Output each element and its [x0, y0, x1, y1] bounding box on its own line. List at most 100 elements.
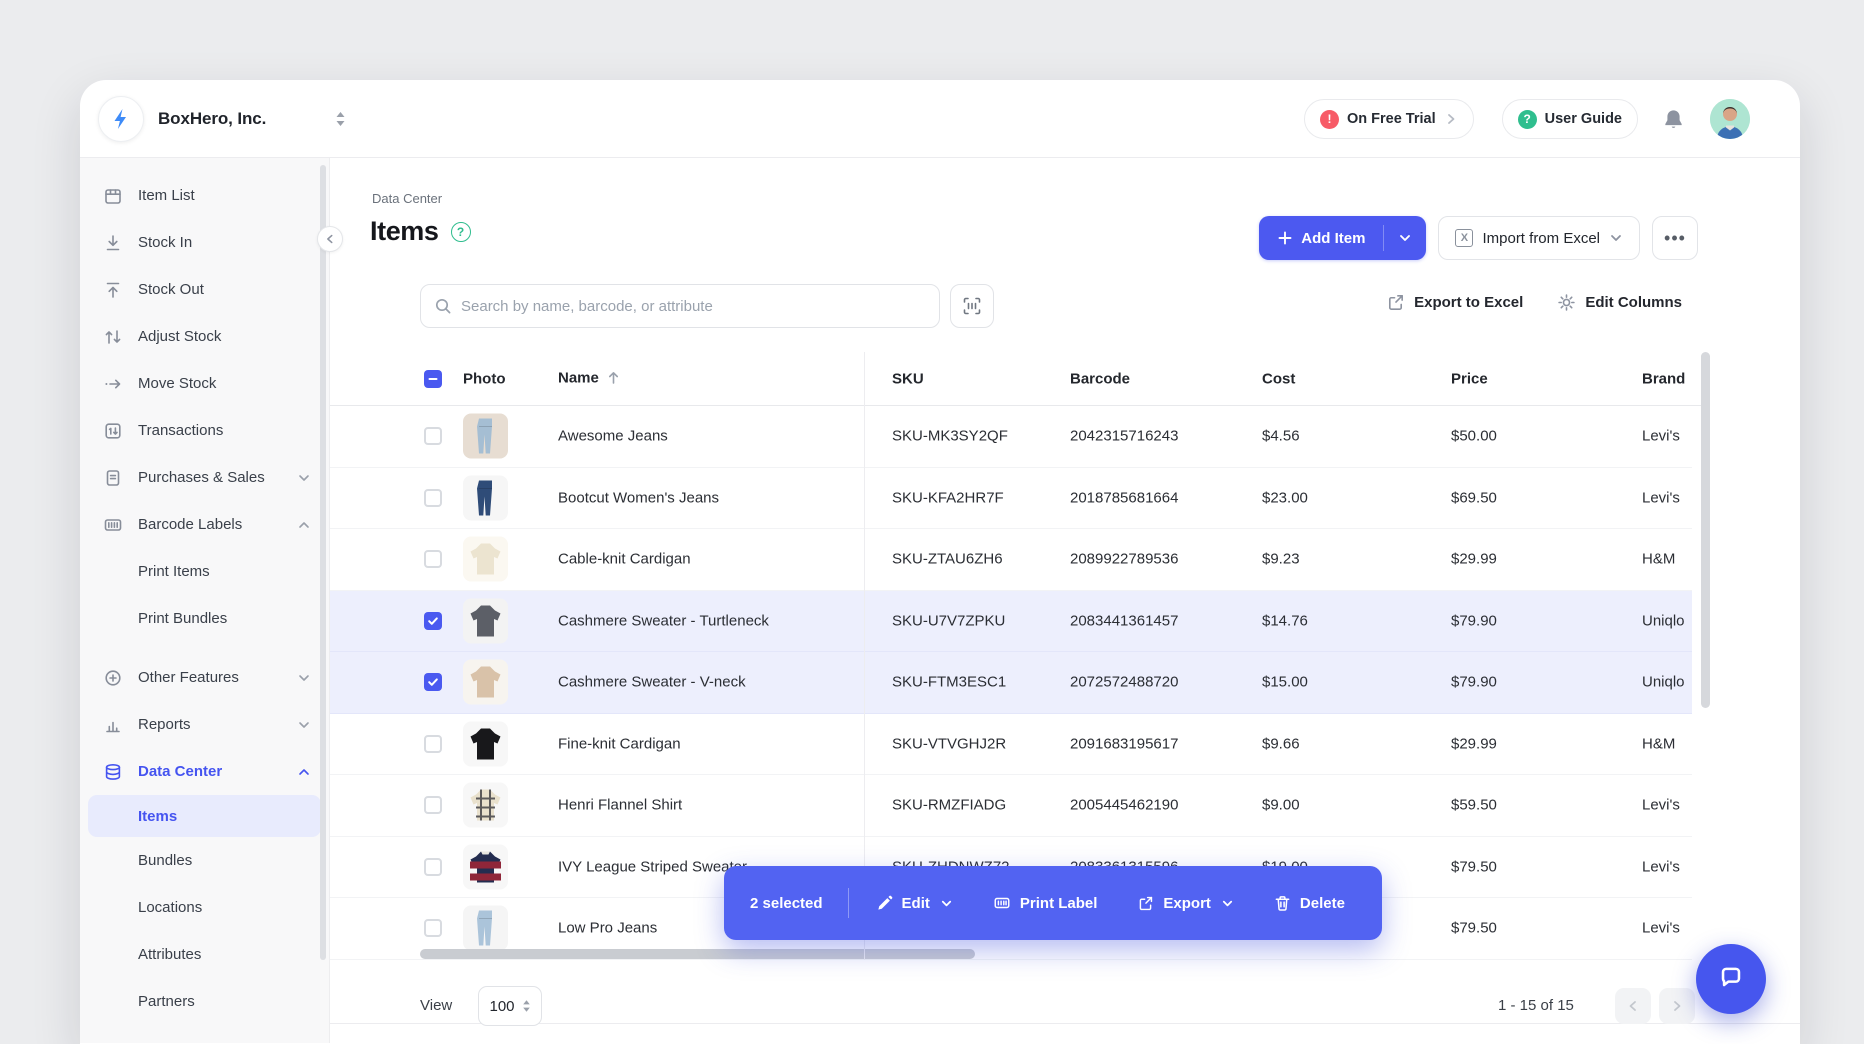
row-checkbox[interactable]: [424, 858, 442, 876]
sidebar-item-print-bundles[interactable]: Print Bundles: [80, 595, 329, 642]
sidebar-scrollbar[interactable]: [320, 165, 326, 960]
sidebar-item-stock-out[interactable]: Stock Out: [80, 266, 329, 313]
sidebar-item-label: Stock In: [138, 234, 192, 251]
column-header-name[interactable]: Name: [558, 369, 620, 388]
column-header-price[interactable]: Price: [1451, 370, 1488, 387]
sidebar-item-stock-in[interactable]: Stock In: [80, 219, 329, 266]
bulk-delete-button[interactable]: Delete: [1274, 895, 1345, 912]
row-checkbox[interactable]: [424, 489, 442, 507]
item-price: $50.00: [1451, 428, 1497, 445]
item-barcode: 2072572488720: [1070, 674, 1178, 691]
company-name[interactable]: BoxHero, Inc.: [158, 80, 266, 158]
sidebar-item-item-list[interactable]: Item List: [80, 172, 329, 219]
item-cost: $15.00: [1262, 674, 1308, 691]
row-checkbox[interactable]: [424, 612, 442, 630]
table-row[interactable]: Cashmere Sweater - TurtleneckSKU-U7V7ZPK…: [330, 591, 1692, 653]
column-header-brand[interactable]: Brand: [1642, 370, 1689, 387]
stockin-icon: [103, 233, 123, 253]
boxhero-logo[interactable]: [98, 96, 144, 142]
sort-ascending-icon: [607, 371, 620, 388]
user-guide-button[interactable]: ? User Guide: [1502, 99, 1638, 139]
edit-columns-button[interactable]: Edit Columns: [1557, 293, 1682, 312]
page-help-icon[interactable]: ?: [451, 222, 471, 242]
item-name: Fine-knit Cardigan: [558, 735, 681, 752]
notifications-bell-icon[interactable]: [1662, 108, 1685, 131]
table-row[interactable]: Awesome JeansSKU-MK3SY2QF2042315716243$4…: [330, 406, 1692, 468]
database-icon: [103, 762, 123, 782]
table-vertical-scrollbar[interactable]: [1701, 352, 1710, 708]
row-checkbox[interactable]: [424, 919, 442, 937]
barcode-scan-button[interactable]: [950, 284, 994, 328]
search-input[interactable]: [461, 298, 926, 315]
gear-icon: [1557, 293, 1576, 312]
add-item-button[interactable]: Add Item: [1259, 216, 1426, 260]
sidebar-item-locations[interactable]: Locations: [80, 884, 329, 931]
user-avatar[interactable]: [1710, 99, 1750, 139]
company-switcher-icon[interactable]: [335, 111, 346, 132]
item-sku: SKU-KFA2HR7F: [892, 489, 1004, 506]
table-row[interactable]: Bootcut Women's JeansSKU-KFA2HR7F2018785…: [330, 468, 1692, 530]
item-name: Henri Flannel Shirt: [558, 797, 682, 814]
stepper-icon: [522, 999, 531, 1013]
previous-page-button[interactable]: [1615, 988, 1651, 1024]
row-checkbox[interactable]: [424, 735, 442, 753]
sidebar-item-label: Items: [138, 808, 177, 825]
item-name: Low Pro Jeans: [558, 920, 657, 937]
next-page-button[interactable]: [1659, 988, 1695, 1024]
import-from-excel-button[interactable]: X Import from Excel: [1438, 216, 1640, 260]
item-sku: SKU-VTVGHJ2R: [892, 735, 1006, 752]
table-row[interactable]: Fine-knit CardiganSKU-VTVGHJ2R2091683195…: [330, 714, 1692, 776]
breadcrumb[interactable]: Data Center: [372, 191, 442, 206]
column-header-sku[interactable]: SKU: [892, 370, 924, 387]
column-header-cost[interactable]: Cost: [1262, 370, 1295, 387]
export-icon: [1137, 895, 1154, 912]
column-header-photo[interactable]: Photo: [463, 370, 506, 387]
item-barcode: 2083441361457: [1070, 612, 1178, 629]
more-options-button[interactable]: •••: [1652, 216, 1698, 260]
sidebar-item-transactions[interactable]: Transactions: [80, 407, 329, 454]
column-header-barcode[interactable]: Barcode: [1070, 370, 1130, 387]
export-icon: [1386, 293, 1405, 312]
bulk-export-button[interactable]: Export: [1137, 895, 1234, 912]
export-to-excel-button[interactable]: Export to Excel: [1386, 293, 1523, 312]
trial-label: On Free Trial: [1347, 111, 1436, 127]
item-name: IVY League Striped Sweater: [558, 858, 747, 875]
sidebar-item-data-center[interactable]: Data Center: [80, 748, 329, 795]
item-photo: [463, 537, 508, 582]
row-checkbox[interactable]: [424, 427, 442, 445]
sidebar-item-bundles[interactable]: Bundles: [80, 837, 329, 884]
item-brand: H&M: [1642, 551, 1689, 568]
bulk-edit-button[interactable]: Edit: [876, 895, 953, 912]
sidebar-item-attributes[interactable]: Attributes: [80, 931, 329, 978]
sidebar-item-other-features[interactable]: Other Features: [80, 654, 329, 701]
row-checkbox[interactable]: [424, 673, 442, 691]
sidebar-item-items[interactable]: Items: [88, 795, 321, 837]
table-row[interactable]: Henri Flannel ShirtSKU-RMZFIADG200544546…: [330, 775, 1692, 837]
row-checkbox[interactable]: [424, 796, 442, 814]
sidebar-collapse-button[interactable]: [317, 226, 343, 252]
live-chat-button[interactable]: [1696, 944, 1766, 1014]
print-label-button[interactable]: Print Label: [993, 894, 1098, 912]
sidebar-item-barcode-labels[interactable]: Barcode Labels: [80, 501, 329, 548]
sidebar-item-label: Purchases & Sales: [138, 469, 265, 486]
table-row[interactable]: Cashmere Sweater - V-neckSKU-FTM3ESC1207…: [330, 652, 1692, 714]
sidebar-item-reports[interactable]: Reports: [80, 701, 329, 748]
item-name: Cashmere Sweater - Turtleneck: [558, 612, 769, 629]
sidebar-item-print-items[interactable]: Print Items: [80, 548, 329, 595]
row-checkbox[interactable]: [424, 550, 442, 568]
selection-bar-divider: [848, 888, 849, 918]
free-trial-button[interactable]: ! On Free Trial: [1304, 99, 1474, 139]
sidebar-item-purchases-sales[interactable]: Purchases & Sales: [80, 454, 329, 501]
sidebar-item-partners[interactable]: Partners: [80, 978, 329, 1025]
sidebar-item-adjust-stock[interactable]: Adjust Stock: [80, 313, 329, 360]
table-row[interactable]: Cable-knit CardiganSKU-ZTAU6ZH6208992278…: [330, 529, 1692, 591]
sidebar-item-label: Item List: [138, 187, 195, 204]
item-sku: SKU-MK3SY2QF: [892, 428, 1008, 445]
table-horizontal-scrollbar[interactable]: [420, 949, 975, 959]
select-all-checkbox[interactable]: [424, 370, 442, 388]
item-brand: Levi's: [1642, 858, 1689, 875]
sidebar-item-move-stock[interactable]: Move Stock: [80, 360, 329, 407]
add-item-dropdown[interactable]: [1384, 216, 1426, 260]
page-size-select[interactable]: 100: [478, 986, 542, 1026]
item-brand: Uniqlo: [1642, 612, 1689, 629]
